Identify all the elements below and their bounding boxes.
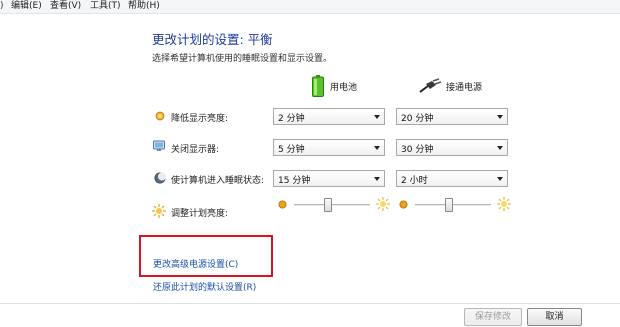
chevron-down-icon bbox=[374, 115, 380, 119]
plugged-brightness-slider[interactable] bbox=[399, 197, 511, 213]
menu-bar: ) 编辑(E) 查看(V) 工具(T) 帮助(H) bbox=[0, 0, 620, 14]
brightness-label: 调整计划亮度: bbox=[171, 209, 229, 219]
sleep-label: 使计算机进入睡眠状态: bbox=[171, 176, 265, 186]
page-title: 更改计划的设置: 平衡 bbox=[152, 32, 273, 47]
menu-edit[interactable]: 编辑(E) bbox=[11, 0, 42, 13]
plugged-column-label: 接通电源 bbox=[446, 82, 483, 93]
menu-tools[interactable]: 工具(T) bbox=[90, 0, 121, 13]
dim-display-label: 降低显示亮度: bbox=[171, 114, 229, 124]
battery-column-label: 用电池 bbox=[330, 82, 358, 93]
battery-column-header: 用电池 bbox=[312, 75, 357, 97]
page-subtitle: 选择希望计算机使用的睡眠设置和显示设置。 bbox=[152, 54, 333, 64]
power-plug-icon bbox=[419, 78, 442, 93]
chevron-down-icon bbox=[497, 177, 503, 181]
bright-sun-icon bbox=[497, 197, 511, 211]
chevron-down-icon bbox=[374, 146, 380, 150]
battery-brightness-slider[interactable] bbox=[278, 197, 390, 213]
dim-display-plugged-select[interactable]: 20 分钟 bbox=[396, 108, 508, 125]
monitor-icon bbox=[153, 140, 165, 151]
battery-icon bbox=[312, 75, 324, 97]
sleep-battery-value: 15 分钟 bbox=[278, 176, 311, 186]
advanced-power-settings-link[interactable]: 更改高级电源设置(C) bbox=[153, 257, 238, 270]
slider-thumb[interactable] bbox=[445, 198, 454, 212]
brightness-sun-icon bbox=[152, 204, 166, 218]
restore-defaults-link[interactable]: 还原此计划的默认设置(R) bbox=[153, 280, 256, 293]
monitor-off-plugged-value: 30 分钟 bbox=[401, 145, 434, 155]
sleep-plugged-value: 2 小时 bbox=[401, 176, 428, 186]
chevron-down-icon bbox=[374, 177, 380, 181]
dim-display-battery-select[interactable]: 2 分钟 bbox=[273, 108, 385, 125]
dim-display-icon bbox=[155, 111, 165, 121]
dim-display-battery-value: 2 分钟 bbox=[278, 114, 305, 124]
menu-view[interactable]: 查看(V) bbox=[50, 0, 81, 13]
cancel-button[interactable]: 取消 bbox=[527, 308, 582, 326]
monitor-off-battery-select[interactable]: 5 分钟 bbox=[273, 139, 385, 156]
monitor-off-battery-value: 5 分钟 bbox=[278, 145, 305, 155]
dim-sun-icon bbox=[278, 200, 287, 209]
monitor-off-plugged-select[interactable]: 30 分钟 bbox=[396, 139, 508, 156]
menu-help[interactable]: 帮助(H) bbox=[128, 0, 160, 13]
save-changes-button[interactable]: 保存修改 bbox=[464, 308, 522, 326]
monitor-off-label: 关闭显示器: bbox=[171, 145, 220, 155]
slider-thumb[interactable] bbox=[324, 198, 333, 212]
sleep-plugged-select[interactable]: 2 小时 bbox=[396, 170, 508, 187]
sleep-battery-select[interactable]: 15 分钟 bbox=[273, 170, 385, 187]
chevron-down-icon bbox=[497, 146, 503, 150]
plugged-column-header: 接通电源 bbox=[418, 75, 482, 97]
chevron-down-icon bbox=[497, 115, 503, 119]
dim-sun-icon bbox=[399, 200, 408, 209]
highlight-box bbox=[139, 235, 273, 277]
menu-separator: ) bbox=[0, 1, 4, 11]
bright-sun-icon bbox=[376, 197, 390, 211]
dim-display-plugged-value: 20 分钟 bbox=[401, 114, 434, 124]
sleep-moon-icon bbox=[154, 172, 166, 184]
